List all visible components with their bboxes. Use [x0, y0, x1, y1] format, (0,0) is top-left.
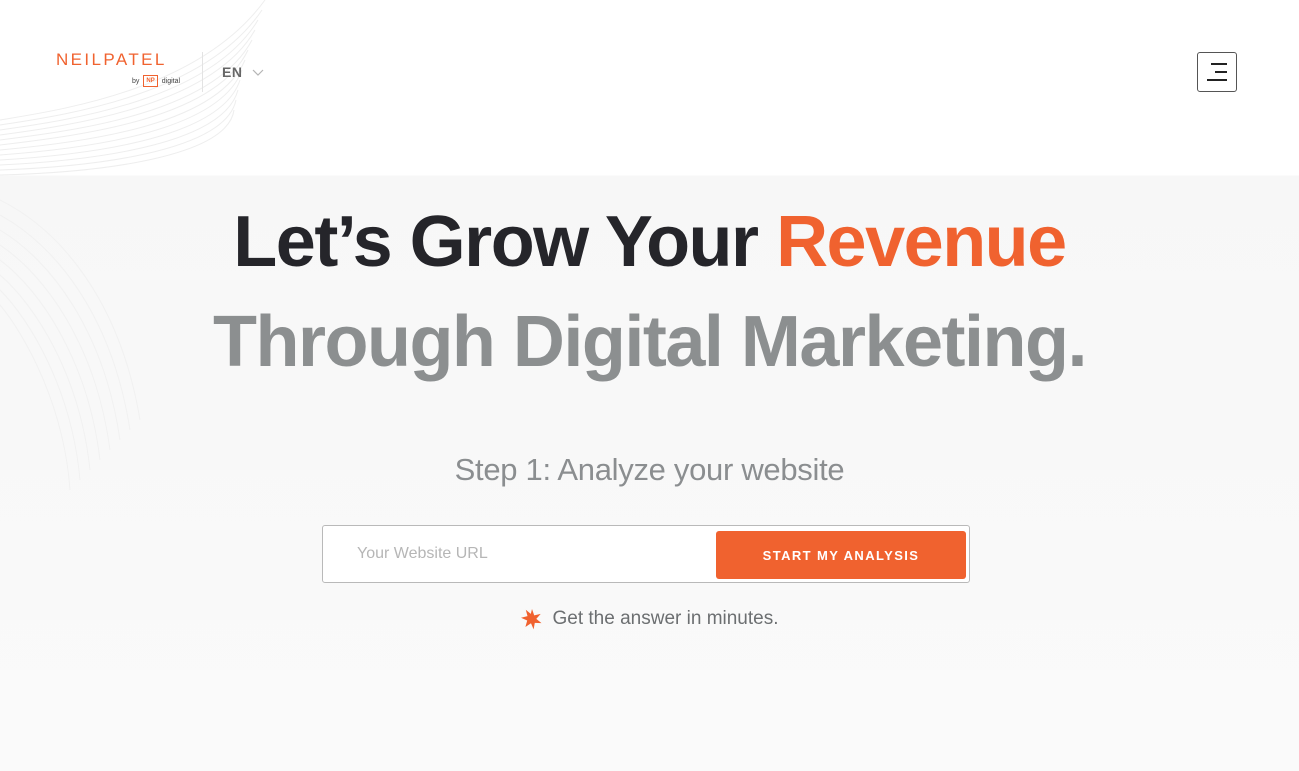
language-code: EN [222, 64, 243, 80]
analyze-form: START MY ANALYSIS [322, 525, 970, 583]
logo-wordmark: NEILPATEL [56, 50, 167, 69]
headline-accent: Revenue [776, 202, 1067, 282]
page: NEILPATEL by NP digital EN Let’s Grow Yo… [0, 0, 1299, 771]
headline-lead: Let’s Grow Your [233, 202, 777, 282]
chevron-down-icon [253, 69, 264, 76]
logo-by-text: by [132, 77, 140, 85]
language-selector[interactable]: EN [222, 62, 264, 82]
step-heading: Step 1: Analyze your website [454, 452, 845, 487]
neilpatel-logo[interactable]: NEILPATEL by NP digital [56, 50, 186, 90]
hero-headline: Let’s Grow Your Revenue Through Digital … [0, 192, 1299, 392]
headline-line-2: Through Digital Marketing. [213, 302, 1088, 382]
menu-icon-line [1207, 79, 1227, 81]
np-badge-icon: NP [143, 75, 158, 87]
header-divider [202, 52, 203, 92]
hamburger-menu-icon [1211, 63, 1227, 65]
menu-icon-line [1215, 71, 1227, 73]
headline-line-1: Let’s Grow Your Revenue [0, 192, 1299, 292]
logo-digital-text: digital [161, 77, 181, 85]
start-analysis-button[interactable]: START MY ANALYSIS [716, 531, 966, 579]
logo-byline: by NP digital [132, 75, 180, 87]
star-burst-icon [520, 609, 541, 630]
answer-note: Get the answer in minutes. [0, 608, 1299, 630]
hamburger-menu-button[interactable] [1197, 52, 1237, 92]
site-header: NEILPATEL by NP digital EN [0, 0, 1299, 140]
answer-note-text: Get the answer in minutes. [552, 608, 779, 629]
website-url-input[interactable] [357, 534, 707, 574]
